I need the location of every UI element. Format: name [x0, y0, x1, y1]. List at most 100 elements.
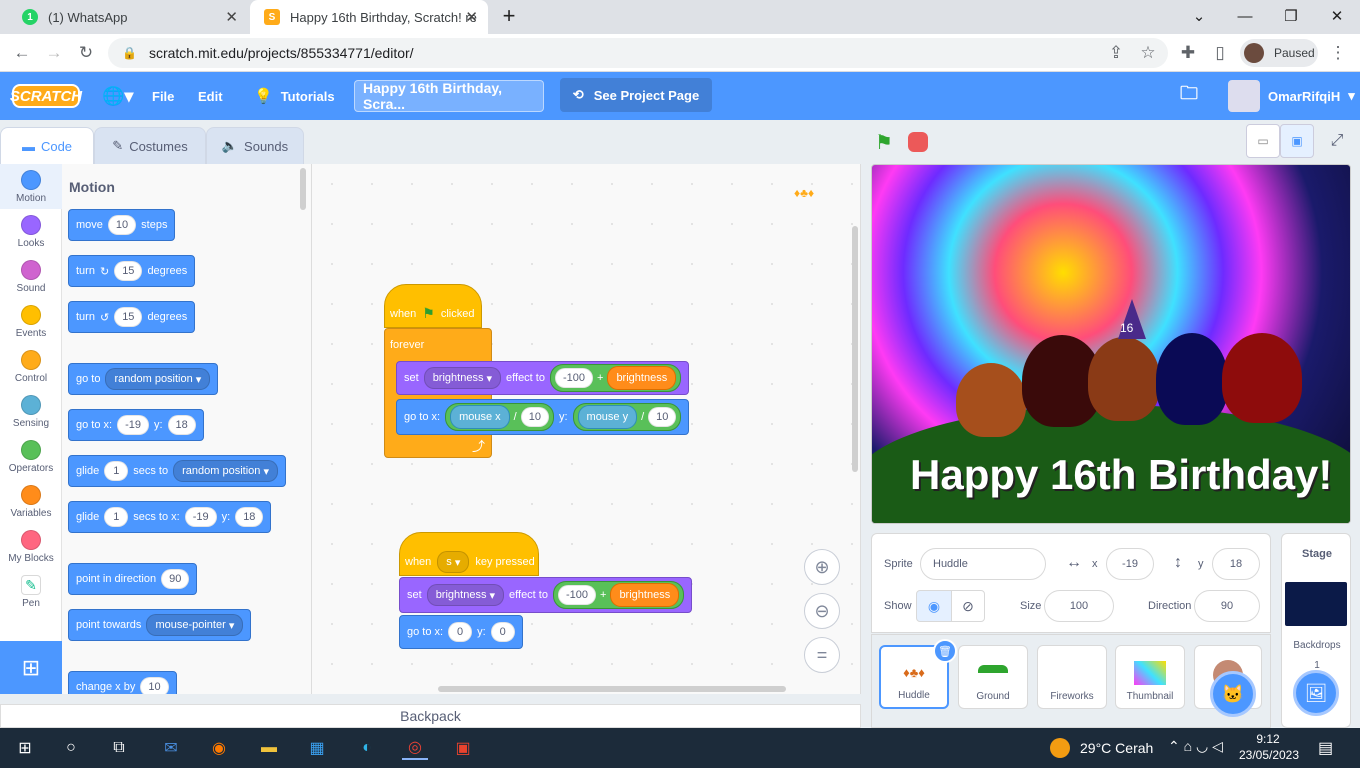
stop-icon[interactable]	[908, 132, 928, 152]
mail-icon[interactable]: ✉	[158, 736, 184, 760]
set-effect-block[interactable]: set brightness ▾ effect to -100 + brightne…	[399, 577, 693, 613]
scratch-logo[interactable]: SCRATCH	[10, 84, 82, 108]
effect-dropdown[interactable]: brightness ▾	[426, 584, 505, 606]
clock-date[interactable]: 23/05/2023	[1232, 748, 1306, 762]
reload-icon[interactable]: ↻	[74, 41, 98, 65]
firefox-icon[interactable]: ◉	[206, 736, 232, 760]
sprite-name-input[interactable]: Huddle	[920, 548, 1046, 580]
chrome-icon[interactable]: ◎	[402, 736, 428, 760]
number-input[interactable]: 10	[520, 407, 549, 427]
forward-icon[interactable]: →	[42, 41, 66, 65]
delete-sprite-icon[interactable]: 🗑	[933, 639, 957, 663]
new-tab-button[interactable]: +	[486, 0, 532, 32]
mouse-x-reporter[interactable]: mouse x	[450, 405, 510, 429]
tab-whatsapp[interactable]: 1 (1) WhatsApp ✕	[8, 0, 248, 34]
stage-selector[interactable]: Stage Backdrops 1 🖼	[1281, 533, 1351, 728]
steps-input[interactable]: 10	[107, 215, 137, 235]
add-operator[interactable]: -100 + brightness	[552, 581, 685, 609]
show-visible-icon[interactable]: ◉	[916, 590, 952, 622]
category-looks[interactable]: Looks	[0, 209, 62, 254]
sprite-thumbnail-huddle[interactable]: ♦♣♦ Huddle 🗑	[879, 639, 957, 709]
block-glide-xy[interactable]: glide 1 secs to x: -19 y: 18	[68, 501, 272, 533]
category-operators[interactable]: Operators	[0, 434, 62, 479]
sprite-thumbnail-ground[interactable]: Ground	[958, 645, 1028, 709]
file-menu[interactable]: File	[152, 72, 174, 120]
x-input[interactable]: 0	[448, 622, 473, 642]
my-stuff-folder-icon[interactable]: 🗀	[1180, 72, 1198, 120]
task-view-icon[interactable]: ⧉	[106, 736, 132, 760]
x-input[interactable]: -19	[117, 415, 149, 435]
effect-dropdown[interactable]: brightness ▾	[423, 367, 502, 389]
go-to-xy-block[interactable]: go to x: mouse x/10 y: mouse y/10	[396, 399, 690, 435]
secs-input[interactable]: 1	[104, 461, 129, 481]
x-position-input[interactable]: -19	[1106, 548, 1154, 580]
category-events[interactable]: Events	[0, 299, 62, 344]
towards-dropdown[interactable]: mouse-pointer ▾	[146, 614, 244, 636]
change-input[interactable]: 10	[140, 677, 169, 694]
tab-search-icon[interactable]: ⌄	[1176, 0, 1222, 32]
number-input[interactable]: -100	[557, 585, 596, 605]
sprite-thumbnail-thumbnail[interactable]: Thumbnail	[1115, 645, 1185, 709]
extensions-icon[interactable]: ✚	[1176, 41, 1200, 65]
block-go-to-xy[interactable]: go to x: -19 y: 18	[68, 409, 204, 441]
office-icon[interactable]: ▣	[450, 736, 476, 760]
divide-operator[interactable]: mouse y/10	[572, 403, 682, 431]
close-tab-icon[interactable]: ✕	[465, 8, 478, 26]
search-icon[interactable]: ○	[58, 736, 84, 760]
tab-code[interactable]: ▬ Code	[0, 127, 94, 165]
project-title-input[interactable]: Happy 16th Birthday, Scra...	[354, 80, 544, 112]
palette-scrollbar[interactable]	[300, 168, 306, 210]
block-move-steps[interactable]: move 10 steps	[68, 209, 176, 241]
set-effect-block[interactable]: set brightness ▾ effect to -100 + brightne…	[396, 361, 690, 395]
direction-input[interactable]: 90	[1194, 590, 1260, 622]
zoom-reset-button[interactable]: =	[804, 637, 840, 673]
backpack[interactable]: Backpack	[0, 704, 861, 728]
secs-input[interactable]: 1	[104, 507, 129, 527]
x-input[interactable]: -19	[184, 507, 217, 527]
category-control[interactable]: Control	[0, 344, 62, 389]
brightness-variable[interactable]: brightness	[607, 366, 677, 390]
category-my-blocks[interactable]: My Blocks	[0, 524, 62, 569]
number-input[interactable]: -100	[554, 368, 593, 388]
store-icon[interactable]: ▦	[304, 736, 330, 760]
see-project-page-button[interactable]: ⟲ See Project Page	[560, 78, 712, 112]
small-stage-icon[interactable]: ▭	[1246, 124, 1280, 158]
category-pen[interactable]: ✎ Pen	[0, 569, 62, 614]
category-variables[interactable]: Variables	[0, 479, 62, 524]
profile-button[interactable]: Paused	[1240, 39, 1318, 67]
edge-icon[interactable]: ◐	[354, 736, 380, 760]
minimize-button[interactable]: —	[1222, 0, 1268, 32]
code-workspace[interactable]: ♦♣♦ when ⚑ clicked forever ⤴ set brightn…	[312, 164, 861, 694]
share-icon[interactable]: ⇪	[1104, 41, 1128, 65]
y-input[interactable]: 18	[167, 415, 196, 435]
url-bar[interactable]: 🔒 scratch.mit.edu/projects/855334771/edi…	[108, 38, 1168, 68]
y-input[interactable]: 0	[490, 622, 515, 642]
green-flag-icon[interactable]: ⚑	[875, 130, 893, 155]
tab-sounds[interactable]: 🔈 Sounds	[206, 127, 304, 165]
category-motion[interactable]: Motion	[0, 164, 62, 209]
edit-menu[interactable]: Edit	[198, 72, 223, 120]
block-glide[interactable]: glide 1 secs to random position ▾	[68, 455, 286, 487]
degrees-input[interactable]: 15	[114, 261, 143, 281]
category-sensing[interactable]: Sensing	[0, 389, 62, 434]
close-tab-icon[interactable]: ✕	[225, 8, 238, 26]
target-dropdown[interactable]: random position ▾	[105, 368, 211, 390]
large-stage-icon[interactable]: ▣	[1280, 124, 1314, 158]
clock-time[interactable]: 9:12	[1240, 732, 1296, 746]
direction-input[interactable]: 90	[161, 569, 190, 589]
stage-canvas[interactable]: 16 Happy 16th Birthday!	[871, 164, 1351, 524]
zoom-in-button[interactable]: ⊕	[804, 549, 840, 585]
tab-scratch[interactable]: S Happy 16th Birthday, Scratch! re ✕	[250, 0, 488, 34]
file-explorer-icon[interactable]: ▬	[256, 736, 282, 760]
target-dropdown[interactable]: random position ▾	[173, 460, 278, 482]
restore-button[interactable]: ❐	[1268, 0, 1314, 32]
divide-operator[interactable]: mouse x/10	[445, 403, 554, 431]
back-icon[interactable]: ←	[10, 41, 34, 65]
key-dropdown[interactable]: s ▾	[437, 551, 470, 573]
side-panel-icon[interactable]: ▯	[1208, 41, 1232, 65]
mouse-y-reporter[interactable]: mouse y	[577, 405, 638, 429]
zoom-out-button[interactable]: ⊖	[804, 593, 840, 629]
workspace-vertical-scrollbar[interactable]	[852, 226, 858, 472]
close-window-button[interactable]: ✕	[1314, 0, 1360, 32]
language-globe-icon[interactable]: 🌐▾	[102, 72, 133, 120]
